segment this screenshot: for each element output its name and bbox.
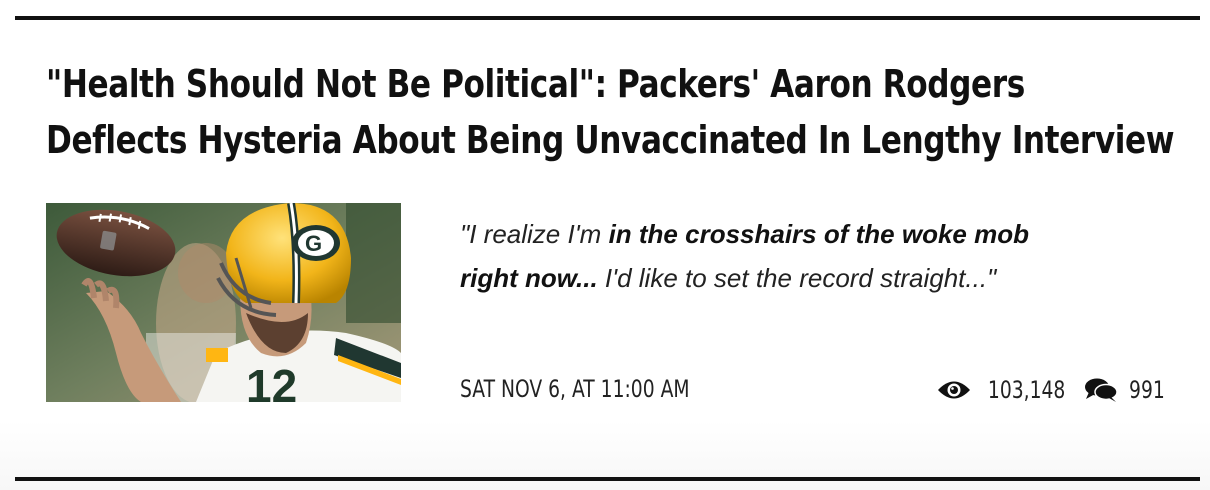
article-teaser: "I realize I'm in the crosshairs of the …	[460, 212, 1180, 300]
article-meta: SAT NOV 6, AT 11:00 AM 103,148 991	[460, 372, 1170, 408]
teaser-rest: I'd like to set the record straight..."	[597, 263, 997, 293]
views-stat: 103,148	[937, 376, 1076, 404]
headline-line-1: "Health Should Not Be Political": Packer…	[46, 62, 1025, 106]
teaser-open: "I realize I'm	[460, 219, 609, 249]
publish-date: SAT NOV 6, AT 11:00 AM	[460, 375, 690, 403]
teaser-emphasis-1: in the crosshairs of the woke mob	[608, 219, 1029, 249]
comments-icon	[1084, 377, 1118, 403]
comments-link[interactable]: 991	[1084, 376, 1170, 404]
article-stats: 103,148 991	[937, 372, 1170, 408]
headline-line-2: Deflects Hysteria About Being Unvaccinat…	[46, 118, 1175, 162]
teaser-emphasis-2: right now...	[460, 263, 598, 293]
bottom-divider	[15, 477, 1200, 481]
comments-count: 991	[1129, 376, 1165, 404]
thumbnail-image: 12 G	[46, 203, 401, 402]
svg-text:G: G	[305, 231, 322, 256]
svg-text:12: 12	[246, 360, 297, 402]
views-count: 103,148	[987, 376, 1066, 404]
headline-link[interactable]: "Health Should Not Be Political": Packer…	[46, 56, 1175, 168]
article-thumbnail[interactable]: 12 G	[46, 203, 401, 402]
eye-icon	[937, 379, 971, 401]
article-headline[interactable]: "Health Should Not Be Political": Packer…	[46, 56, 1175, 168]
top-divider	[15, 16, 1200, 20]
